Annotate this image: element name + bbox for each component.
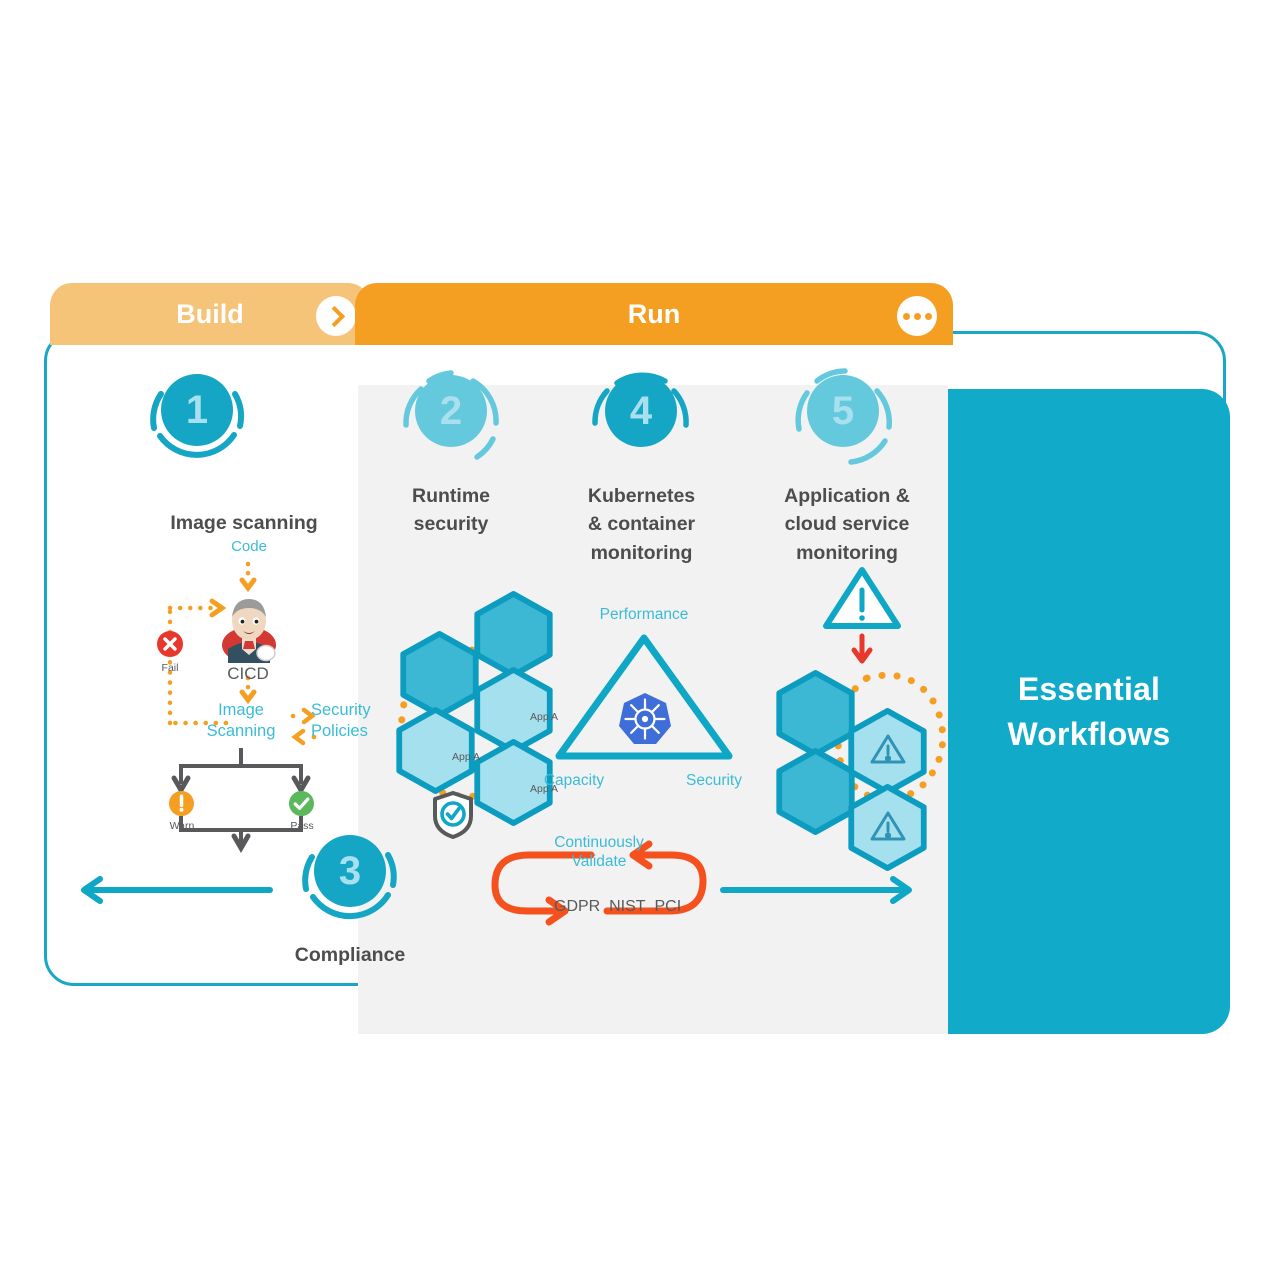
ellipsis-icon[interactable] (897, 296, 937, 336)
step-title-4-line2: & container (587, 513, 696, 536)
step-number-3: 3 (314, 835, 386, 907)
label-standards: GDPR NIST PCI (554, 898, 681, 916)
arrow-right-icon (719, 875, 919, 905)
exclamation-circle-icon (168, 790, 195, 817)
hex-app-label-2: App A (451, 751, 481, 763)
step-title-5-line3: monitoring (796, 541, 898, 564)
label-security-policies-l1: Security (311, 701, 371, 719)
step-title-5: Application & cloud service monitoring (762, 482, 932, 567)
step-title-4-line1: Kubernetes (587, 485, 696, 507)
workflow-frame: Essential Workflows Build Run 1 Image sc… (44, 283, 1230, 1034)
label-image-scanning-l2: Scanning (206, 722, 276, 741)
label-validate-l2: Validate (571, 853, 627, 871)
tab-build-label: Build (176, 298, 244, 329)
essential-workflows-line1: Essential (1017, 671, 1161, 707)
arrow-left-icon (74, 875, 274, 905)
compliance-loop: Continuously Validate GDPR NIST PCI (469, 833, 729, 943)
step-badge-4: 4 (591, 367, 691, 467)
essential-workflows-title: Essential Workflows (948, 667, 1230, 758)
app-cloud-illustration (764, 566, 954, 872)
label-security-policies-l2: Policies (311, 722, 368, 741)
step-title-2-line1: Runtime (412, 485, 490, 507)
step-title-2-line2: security (413, 513, 489, 536)
check-circle-icon (288, 790, 315, 817)
label-security: Security (686, 772, 742, 789)
label-performance: Performance (599, 606, 689, 623)
step-title-1-line1: Image scanning (170, 512, 318, 534)
image-scanning-connectors (167, 561, 317, 853)
step-badge-1: 1 (147, 366, 247, 466)
kubernetes-helm-icon (617, 691, 673, 747)
standard-gdpr: GDPR (554, 898, 601, 915)
step-badge-2: 2 (401, 367, 501, 467)
step-badge-3: 3 (300, 827, 400, 927)
label-continuously-validate: Continuously Validate (534, 833, 664, 872)
step-number-1: 1 (161, 374, 233, 446)
label-fail: Fail (161, 662, 179, 674)
step-badge-5: 5 (793, 367, 893, 467)
step-number-2: 2 (415, 375, 487, 447)
step-title-4: Kubernetes & container monitoring (559, 482, 724, 567)
diagram-canvas: Essential Workflows Build Run 1 Image sc… (0, 0, 1280, 1280)
image-scanning-flow: Code CICD Fail Image Scanning Security P… (104, 538, 394, 853)
label-validate-l1: Continuously (554, 834, 644, 851)
label-image-scanning-l1: Image (218, 701, 264, 719)
tab-run-label: Run (627, 298, 681, 329)
standard-nist: NIST (609, 898, 646, 915)
step-title-4-line3: monitoring (590, 541, 693, 564)
chevron-right-icon[interactable] (316, 296, 356, 336)
standard-pci: PCI (654, 898, 682, 915)
label-image-scanning: Image Scanning (191, 700, 291, 743)
label-capacity: Capacity (543, 772, 605, 789)
essential-workflows-line2: Workflows (1007, 716, 1171, 753)
step-title-5-line2: cloud service (784, 513, 910, 536)
tab-build[interactable]: Build (50, 283, 370, 345)
warning-triangle-icon (823, 567, 901, 629)
tab-run[interactable]: Run (355, 283, 953, 345)
label-cicd: CICD (227, 664, 269, 683)
x-circle-icon (156, 630, 184, 658)
step-number-4: 4 (605, 375, 677, 447)
down-arrow-icon (851, 633, 873, 664)
step-title-3: Compliance (250, 941, 450, 969)
label-warn: Warn (169, 820, 195, 832)
step-number-5: 5 (807, 375, 879, 447)
step-title-1: Image scanning (104, 509, 384, 537)
step-title-5-line1: Application & (784, 485, 910, 507)
jenkins-butler-icon (216, 593, 282, 663)
kubernetes-illustration: Performance Capacity Security (524, 606, 764, 826)
essential-workflows-panel: Essential Workflows (948, 389, 1230, 1034)
step-title-2: Runtime security (381, 482, 521, 539)
step-title-3-line1: Compliance (294, 944, 406, 966)
